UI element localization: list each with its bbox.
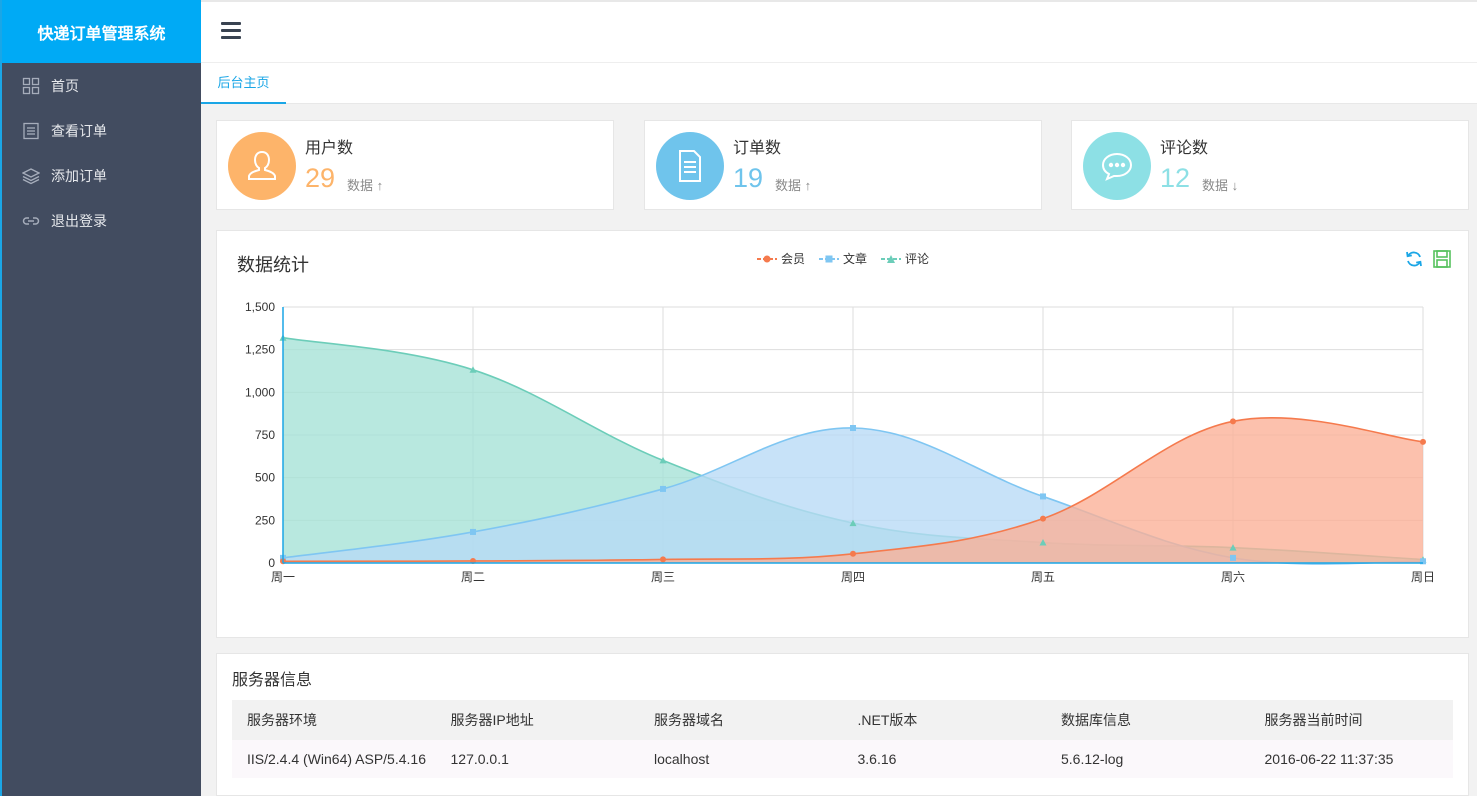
- save-icon[interactable]: [1432, 249, 1452, 269]
- sidebar: 快递订单管理系统 首页 查看订单 添加订单 退出登录: [0, 0, 201, 796]
- data-point: [470, 528, 476, 535]
- x-tick-label: 周六: [1221, 570, 1245, 584]
- y-tick-label: 1,500: [245, 300, 275, 314]
- data-point: [850, 550, 856, 557]
- legend-label: 会员: [781, 252, 806, 266]
- stat-value: 19: [733, 163, 764, 193]
- y-tick-label: 1,250: [245, 343, 275, 357]
- sidebar-nav: 首页 查看订单 添加订单 退出登录: [2, 63, 201, 243]
- app-title: 快递订单管理系统: [37, 25, 166, 43]
- table-header-cell: .NET版本: [842, 700, 1046, 740]
- table-header-cell: 服务器当前时间: [1249, 700, 1453, 740]
- sidebar-item-label: 查看订单: [51, 122, 107, 139]
- stat-sub: 数据 ↑: [347, 175, 383, 194]
- table-header-cell: 服务器域名: [639, 700, 843, 740]
- table-header-row: 服务器环境 服务器IP地址 服务器域名 .NET版本 数据库信息 服务器当前时间: [232, 700, 1453, 740]
- x-tick-label: 周五: [1031, 570, 1055, 584]
- table-header-cell: 数据库信息: [1046, 700, 1250, 740]
- stat-title: 评论数: [1160, 140, 1209, 157]
- arrow-up-icon: ↑: [376, 178, 384, 193]
- table-cell: 2016-06-22 11:37:35: [1249, 740, 1453, 778]
- table-cell: localhost: [639, 740, 843, 778]
- stat-value: 29: [305, 163, 336, 193]
- tab-dashboard[interactable]: 后台主页: [201, 63, 286, 104]
- legend-item-article[interactable]: 文章: [819, 250, 867, 267]
- sidebar-item-label: 退出登录: [51, 212, 107, 229]
- stat-title: 用户数: [305, 140, 354, 157]
- y-tick-label: 250: [255, 513, 275, 527]
- sidebar-item-view-orders[interactable]: 查看订单: [2, 108, 201, 153]
- document-icon: [656, 132, 724, 200]
- y-tick-label: 1,000: [245, 385, 275, 399]
- chart-title: 数据统计: [237, 255, 309, 275]
- area-chart: 0 250 500 750 1,000 1,250 1,500 周一 周二 周三 周四 周五 周六 周日: [245, 300, 1435, 584]
- stat-sub: 数据 ↑: [775, 175, 811, 194]
- stat-title: 订单数: [733, 140, 782, 157]
- x-tick-label: 周日: [1411, 570, 1435, 584]
- table-header-cell: 服务器IP地址: [435, 700, 639, 740]
- x-tick-label: 周四: [841, 570, 865, 584]
- y-tick-label: 0: [268, 556, 275, 570]
- legend-item-member[interactable]: 会员: [757, 250, 805, 267]
- data-point: [1420, 438, 1426, 445]
- table-cell: IIS/2.4.4 (Win64) ASP/5.4.16: [232, 740, 436, 778]
- stat-card-users: 用户数 29 数据 ↑: [216, 120, 614, 210]
- server-info-table: 服务器环境 服务器IP地址 服务器域名 .NET版本 数据库信息 服务器当前时间…: [232, 700, 1453, 778]
- table-header-cell: 服务器环境: [232, 700, 436, 740]
- server-info-title: 服务器信息: [232, 672, 313, 689]
- table-cell: 3.6.16: [842, 740, 1046, 778]
- chart-toolbox: [1404, 249, 1452, 269]
- list-icon: [22, 122, 40, 140]
- data-point: [850, 425, 856, 432]
- sidebar-item-label: 首页: [51, 77, 79, 94]
- y-tick-label: 750: [255, 428, 275, 442]
- stat-sub-label: 数据: [1202, 178, 1229, 193]
- arrow-up-icon: ↑: [804, 178, 812, 193]
- stat-card-comments: 评论数 12 数据 ↓: [1071, 120, 1469, 210]
- tab-bar: 后台主页: [201, 63, 1477, 104]
- x-tick-label: 周三: [651, 570, 675, 584]
- stat-value: 12: [1160, 163, 1191, 193]
- table-row: IIS/2.4.4 (Win64) ASP/5.4.16 127.0.0.1 l…: [232, 740, 1453, 778]
- user-icon: [228, 132, 296, 200]
- main-area: 后台主页 用户数 29 数据 ↑ 订单数 19 数据 ↑ 评论数 12 数据 ↓: [201, 0, 1477, 796]
- y-tick-label: 500: [255, 471, 275, 485]
- top-bar: [201, 0, 1477, 63]
- stat-sub-label: 数据: [775, 178, 802, 193]
- data-point: [1040, 515, 1046, 522]
- stat-card-orders: 订单数 19 数据 ↑: [644, 120, 1042, 210]
- stat-sub: 数据 ↓: [1202, 175, 1238, 194]
- menu-toggle-icon[interactable]: [221, 22, 241, 40]
- comment-icon: [1083, 132, 1151, 200]
- table-cell: 127.0.0.1: [435, 740, 639, 778]
- legend-label: 文章: [843, 252, 868, 266]
- grid-icon: [22, 77, 40, 95]
- x-tick-label: 周一: [271, 570, 295, 584]
- sidebar-item-home[interactable]: 首页: [2, 63, 201, 108]
- sidebar-item-label: 添加订单: [51, 167, 107, 184]
- link-icon: [22, 212, 40, 230]
- arrow-down-icon: ↓: [1231, 178, 1239, 193]
- server-info-panel: 服务器信息 服务器环境 服务器IP地址 服务器域名 .NET版本 数据库信息 服…: [216, 653, 1469, 796]
- chart-legend: 会员 文章 评论: [757, 250, 929, 267]
- data-point: [660, 485, 666, 492]
- legend-label: 评论: [905, 252, 930, 266]
- data-point: [1040, 493, 1046, 500]
- chart-panel: 0 250 500 750 1,000 1,250 1,500 周一 周二 周三 周四 周五 周六 周日 …: [216, 230, 1469, 638]
- app-logo[interactable]: 快递订单管理系统: [2, 0, 201, 63]
- sidebar-item-add-order[interactable]: 添加订单: [2, 153, 201, 198]
- legend-item-comment[interactable]: 评论: [881, 250, 929, 267]
- stat-sub-label: 数据: [347, 178, 374, 193]
- data-point: [1230, 554, 1236, 561]
- layers-icon: [22, 167, 40, 185]
- sidebar-item-logout[interactable]: 退出登录: [2, 198, 201, 243]
- data-point: [1230, 418, 1236, 425]
- data-point: [660, 556, 666, 563]
- refresh-icon[interactable]: [1404, 249, 1424, 269]
- table-cell: 5.6.12-log: [1046, 740, 1250, 778]
- x-tick-label: 周二: [461, 570, 485, 584]
